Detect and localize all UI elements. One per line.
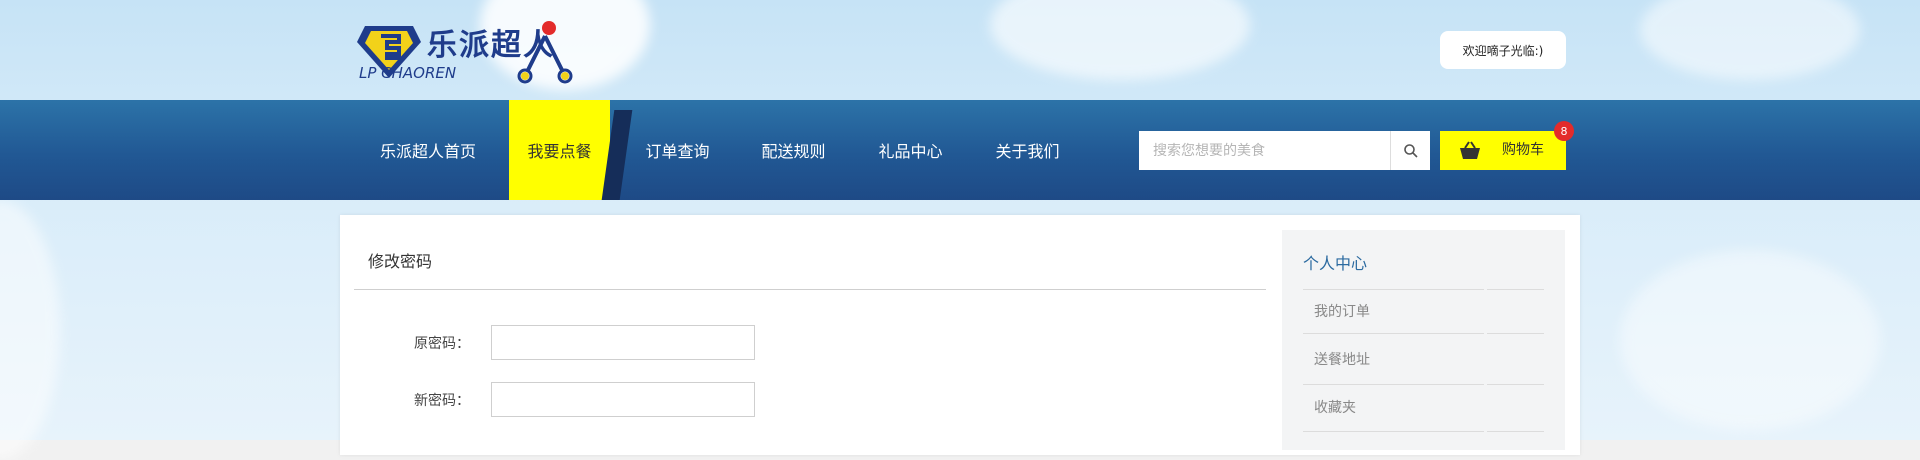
search-input[interactable] xyxy=(1139,131,1429,170)
title-divider xyxy=(354,289,1266,290)
page-title: 修改密码 xyxy=(368,252,433,271)
site-header: 乐派超人 LP CHAOREN 欢迎嘀子光临:) xyxy=(0,0,1920,100)
nav-item-order[interactable]: 我要点餐 xyxy=(509,100,610,200)
nav-item-order-query[interactable]: 订单查询 xyxy=(630,100,725,200)
cart-label: 购物车 xyxy=(1502,142,1544,158)
sidebar-item-favorites[interactable]: 收藏夹 xyxy=(1314,397,1356,417)
site-logo[interactable]: 乐派超人 LP CHAOREN xyxy=(355,16,575,86)
sidebar-divider xyxy=(1303,384,1544,385)
search-button[interactable] xyxy=(1390,131,1430,170)
cloud-decoration xyxy=(0,200,60,460)
logo-text-cn: 乐派超人 xyxy=(427,28,555,63)
logo-text-en: LP CHAOREN xyxy=(359,64,457,82)
basket-icon xyxy=(1460,141,1480,159)
old-password-label: 原密码： xyxy=(414,336,470,352)
cart-count-badge: 8 xyxy=(1554,121,1574,141)
cart-button[interactable]: 购物车 xyxy=(1440,131,1566,170)
cloud-decoration xyxy=(1620,250,1880,430)
new-password-label: 新密码： xyxy=(414,393,470,409)
sidebar-divider xyxy=(1303,333,1544,334)
main-nav: 乐派超人首页 我要点餐 订单查询 配送规则 礼品中心 关于我们 xyxy=(0,100,1920,200)
sidebar-title: 个人中心 xyxy=(1303,254,1368,273)
sidebar-divider xyxy=(1303,289,1544,290)
sidebar-divider xyxy=(1303,431,1544,432)
new-password-field[interactable] xyxy=(491,382,755,417)
nav-item-delivery-rules[interactable]: 配送规则 xyxy=(746,100,841,200)
search-icon xyxy=(1403,143,1418,158)
nav-item-home[interactable]: 乐派超人首页 xyxy=(364,100,492,200)
nav-item-about-us[interactable]: 关于我们 xyxy=(980,100,1075,200)
nav-item-gift-center[interactable]: 礼品中心 xyxy=(863,100,958,200)
old-password-field[interactable] xyxy=(491,325,755,360)
welcome-message: 欢迎嘀子光临:) xyxy=(1440,31,1566,69)
sidebar-item-my-orders[interactable]: 我的订单 xyxy=(1314,301,1370,321)
sidebar-item-delivery-address[interactable]: 送餐地址 xyxy=(1314,349,1370,369)
